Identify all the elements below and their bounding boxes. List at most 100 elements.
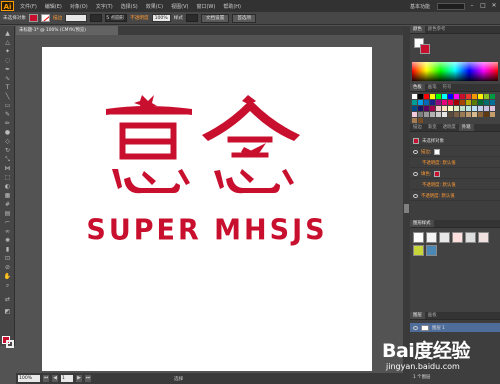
swatch-item[interactable] — [418, 94, 423, 99]
perspective-grid-tool-icon[interactable]: ▦ — [3, 192, 12, 199]
graphic-style-item[interactable] — [452, 232, 463, 243]
swatch-item[interactable] — [490, 94, 495, 99]
artboard-number-field[interactable]: 1 — [61, 375, 73, 382]
swatch-item[interactable] — [478, 94, 483, 99]
close-icon[interactable]: ✕ — [490, 2, 498, 10]
free-transform-tool-icon[interactable]: ⬚ — [3, 174, 12, 181]
gradient-tool-icon[interactable]: ▤ — [3, 210, 12, 217]
menu-view[interactable]: 视图(V) — [167, 3, 192, 10]
graphic-style-item[interactable] — [465, 232, 476, 243]
swatch-item[interactable] — [448, 106, 453, 111]
eye-icon[interactable] — [413, 325, 418, 330]
pencil-tool-icon[interactable]: ✏ — [3, 120, 12, 127]
swatch-item[interactable] — [442, 100, 447, 105]
next-artboard-icon[interactable]: ▶ — [76, 375, 82, 382]
appearance-opacity[interactable]: 不透明度: 默认值 — [421, 193, 455, 199]
width-tool-icon[interactable]: ⋈ — [3, 165, 12, 172]
tab-brushes[interactable]: 画笔 — [425, 84, 440, 91]
stroke-label[interactable]: 描边 — [53, 15, 62, 21]
graphic-style-item[interactable] — [413, 245, 424, 256]
menu-help[interactable]: 帮助(H) — [219, 3, 245, 10]
appearance-fill-swatch[interactable] — [434, 170, 441, 177]
swatch-item[interactable] — [436, 94, 441, 99]
zoom-tool-icon[interactable]: ⌕ — [3, 282, 12, 289]
swatch-item[interactable] — [436, 100, 441, 105]
stroke-weight-field[interactable] — [65, 14, 88, 22]
menu-window[interactable]: 窗口(W) — [192, 3, 219, 10]
paintbrush-tool-icon[interactable]: ✎ — [3, 111, 12, 118]
tab-color-guide[interactable]: 颜色参考 — [425, 26, 449, 33]
swatch-item[interactable] — [436, 106, 441, 111]
magic-wand-tool-icon[interactable]: ✦ — [3, 48, 12, 55]
minimize-icon[interactable]: – — [468, 2, 476, 10]
swatch-item[interactable] — [460, 112, 465, 117]
swatch-item[interactable] — [436, 112, 441, 117]
curvature-tool-icon[interactable]: ∿ — [3, 75, 12, 82]
swatch-item[interactable] — [430, 106, 435, 111]
canvas-area[interactable]: SUPER MHSJS — [16, 35, 403, 373]
lasso-tool-icon[interactable]: ◌ — [3, 57, 12, 64]
menu-object[interactable]: 对象(O) — [66, 3, 92, 10]
pen-tool-icon[interactable]: ✒ — [3, 66, 12, 73]
tab-swatches[interactable]: 色板 — [410, 84, 425, 91]
selection-tool-icon[interactable]: ▲ — [3, 30, 12, 37]
swatch-item[interactable] — [472, 112, 477, 117]
eyedropper-tool-icon[interactable]: ⌐ — [3, 219, 12, 226]
slice-tool-icon[interactable]: ⊘ — [3, 264, 12, 271]
last-artboard-icon[interactable]: ⏭ — [85, 375, 91, 382]
rotate-tool-icon[interactable]: ↻ — [3, 147, 12, 154]
logo-english-text[interactable]: SUPER MHSJS — [42, 214, 372, 247]
swatch-item[interactable] — [454, 106, 459, 111]
stroke-color-box[interactable] — [6, 340, 14, 348]
appearance-fill-label[interactable]: 填色: — [421, 171, 431, 177]
swatch-item[interactable] — [412, 106, 417, 111]
swatch-item[interactable] — [478, 112, 483, 117]
menu-edit[interactable]: 编辑(E) — [41, 3, 66, 10]
prev-artboard-icon[interactable]: ◀ — [52, 375, 58, 382]
swatch-item[interactable] — [412, 118, 417, 123]
menu-file[interactable]: 文件(F) — [16, 3, 41, 10]
layer-row[interactable]: 图层 1 — [410, 323, 500, 332]
swatch-item[interactable] — [448, 112, 453, 117]
mesh-tool-icon[interactable]: # — [3, 201, 12, 208]
swatch-item[interactable] — [472, 94, 477, 99]
tab-stroke[interactable]: 描边 — [410, 124, 425, 131]
tab-appearance[interactable]: 外观 — [458, 124, 474, 131]
swatch-item[interactable] — [442, 106, 447, 111]
tab-symbols[interactable]: 符号 — [440, 84, 455, 91]
swatch-item[interactable] — [460, 100, 465, 105]
swatch-item[interactable] — [490, 112, 495, 117]
swatch-item[interactable] — [466, 100, 471, 105]
swatch-item[interactable] — [490, 106, 495, 111]
swatch-item[interactable] — [484, 106, 489, 111]
rectangle-tool-icon[interactable]: ▭ — [3, 102, 12, 109]
blob-brush-tool-icon[interactable]: ● — [3, 129, 12, 136]
workspace-switcher[interactable]: 基本功能 — [410, 3, 430, 10]
swatch-item[interactable] — [418, 106, 423, 111]
appearance-fill-opacity-row[interactable]: 不透明度: 默认值 — [410, 180, 500, 190]
swatch-item[interactable] — [418, 112, 423, 117]
swatch-item[interactable] — [448, 94, 453, 99]
swatch-item[interactable] — [430, 112, 435, 117]
appearance-fill-opacity[interactable]: 不透明度: 默认值 — [422, 182, 456, 188]
tab-transparency[interactable]: 透明度 — [440, 124, 459, 131]
graphic-style-item[interactable] — [426, 245, 437, 256]
blend-tool-icon[interactable]: ∞ — [3, 228, 12, 235]
swatch-item[interactable] — [466, 94, 471, 99]
appearance-stroke-row[interactable]: 描边: — [410, 147, 500, 157]
swatch-item[interactable] — [448, 100, 453, 105]
swatch-item[interactable] — [454, 94, 459, 99]
menu-effect[interactable]: 效果(C) — [142, 3, 167, 10]
tab-color[interactable]: 颜色 — [410, 26, 425, 33]
swatch-item[interactable] — [466, 106, 471, 111]
appearance-stroke-swatch[interactable] — [434, 148, 441, 155]
tab-layers[interactable]: 图层 — [410, 312, 425, 319]
style-dropdown[interactable] — [185, 14, 198, 22]
swatch-item[interactable] — [466, 112, 471, 117]
fill-color-swatch[interactable] — [28, 14, 38, 22]
swatch-item[interactable] — [430, 100, 435, 105]
first-artboard-icon[interactable]: ⏮ — [43, 375, 49, 382]
swatch-item[interactable] — [412, 94, 417, 99]
swatch-item[interactable] — [412, 112, 417, 117]
graphic-style-item[interactable] — [478, 232, 489, 243]
